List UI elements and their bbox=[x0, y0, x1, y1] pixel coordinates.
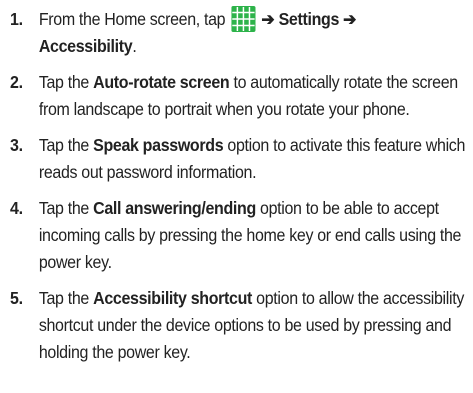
list-item: 4. Tap the Call answering/ending option … bbox=[10, 195, 466, 276]
step-text: Tap the Auto-rotate screen to automatica… bbox=[39, 69, 466, 123]
step-number: 5. bbox=[10, 288, 23, 308]
right-arrow-icon: ➔ bbox=[343, 9, 357, 29]
step-text: From the Home screen, tap ➔ Settings ➔ Ac… bbox=[39, 6, 466, 60]
step-keyword: Accessibility bbox=[38, 36, 133, 56]
step-text-part: Tap the bbox=[38, 198, 94, 218]
step-text-part: Tap the bbox=[38, 288, 94, 308]
step-keyword: Call answering/ending bbox=[93, 198, 256, 218]
right-arrow-icon: ➔ bbox=[261, 9, 275, 29]
list-item: 2. Tap the Auto-rotate screen to automat… bbox=[10, 69, 466, 123]
instruction-list: 1. From the Home screen, tap ➔ Settings … bbox=[0, 0, 473, 366]
step-text: Tap the Speak passwords option to activa… bbox=[39, 132, 466, 186]
step-keyword: Accessibility shortcut bbox=[93, 288, 253, 308]
step-keyword: Speak passwords bbox=[93, 135, 224, 155]
apps-grid-icon bbox=[231, 6, 256, 32]
list-item: 5. Tap the Accessibility shortcut option… bbox=[10, 285, 466, 366]
step-keyword: Settings bbox=[278, 9, 340, 29]
step-number: 4. bbox=[10, 198, 23, 218]
step-text-part: From the Home screen, tap bbox=[38, 9, 230, 29]
step-text-part: Tap the bbox=[38, 72, 94, 92]
list-item: 1. From the Home screen, tap ➔ Settings … bbox=[10, 6, 466, 60]
step-text: Tap the Call answering/ending option to … bbox=[39, 195, 466, 276]
list-item: 3. Tap the Speak passwords option to act… bbox=[10, 132, 466, 186]
step-text-part: Tap the bbox=[38, 135, 94, 155]
step-number: 2. bbox=[10, 72, 23, 92]
step-number: 3. bbox=[10, 135, 23, 155]
step-number: 1. bbox=[10, 9, 23, 29]
step-keyword: Auto-rotate screen bbox=[93, 72, 230, 92]
step-text: Tap the Accessibility shortcut option to… bbox=[39, 285, 466, 366]
step-text-part: . bbox=[132, 36, 137, 56]
